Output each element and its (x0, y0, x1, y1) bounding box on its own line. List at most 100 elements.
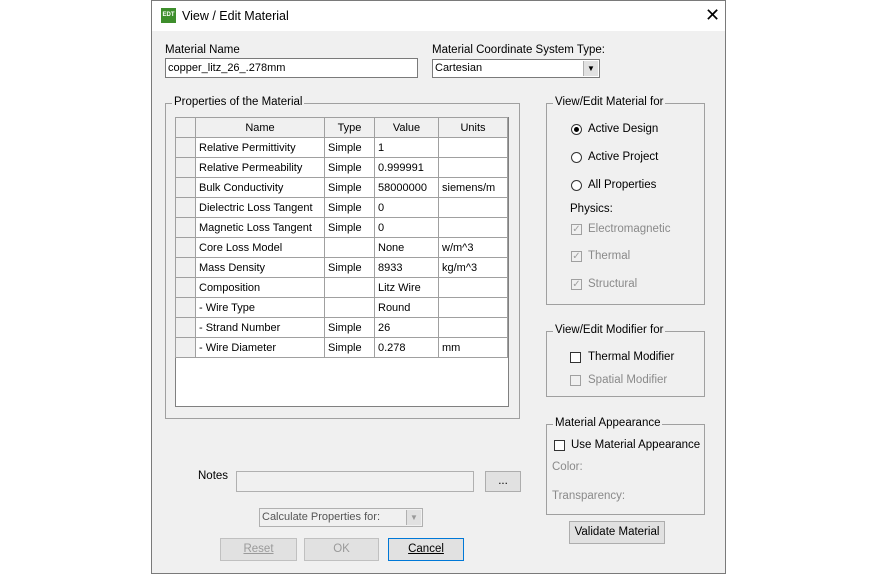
cell-name[interactable]: Dielectric Loss Tangent (195, 197, 325, 218)
active-project-label[interactable]: Active Project (588, 151, 658, 163)
row-header[interactable] (175, 157, 196, 178)
notes-browse-button[interactable]: ... (485, 471, 521, 492)
cell-units[interactable]: w/m^3 (438, 237, 508, 258)
cell-type[interactable] (324, 237, 375, 258)
row-header[interactable] (175, 317, 196, 338)
cell-units[interactable] (438, 197, 508, 218)
material-name-input[interactable]: copper_litz_26_.278mm (165, 58, 418, 78)
reset-button[interactable]: Reset (220, 538, 297, 561)
coord-system-select[interactable]: Cartesian ▼ (432, 59, 600, 78)
table-row[interactable]: Dielectric Loss Tangent Simple 0 (175, 197, 508, 218)
calculate-properties-select[interactable]: Calculate Properties for: ▼ (259, 508, 423, 527)
cell-name[interactable]: - Wire Diameter (195, 337, 325, 358)
cell-value[interactable]: 0 (374, 197, 439, 218)
cell-value[interactable]: Litz Wire (374, 277, 439, 298)
ok-button[interactable]: OK (304, 538, 379, 561)
properties-caption: Properties of the Material (172, 96, 305, 108)
row-header[interactable] (175, 177, 196, 198)
table-row[interactable]: - Wire Type Round (175, 297, 508, 318)
row-header[interactable] (175, 217, 196, 238)
cell-name[interactable]: Core Loss Model (195, 237, 325, 258)
active-design-label[interactable]: Active Design (588, 123, 658, 135)
cell-value[interactable]: 0.999991 (374, 157, 439, 178)
table-row[interactable]: Core Loss Model None w/m^3 (175, 237, 508, 258)
thermal-checkbox: ✓ (571, 251, 582, 262)
table-row[interactable]: Magnetic Loss Tangent Simple 0 (175, 217, 508, 238)
cell-type[interactable] (324, 297, 375, 318)
cell-name[interactable]: - Wire Type (195, 297, 325, 318)
cell-units[interactable]: kg/m^3 (438, 257, 508, 278)
row-header[interactable] (175, 237, 196, 258)
cell-name[interactable]: Composition (195, 277, 325, 298)
electromagnetic-checkbox: ✓ (571, 224, 582, 235)
cell-type[interactable]: Simple (324, 337, 375, 358)
cell-value[interactable]: Round (374, 297, 439, 318)
cell-type[interactable]: Simple (324, 197, 375, 218)
cell-units[interactable] (438, 137, 508, 158)
cell-value[interactable]: 26 (374, 317, 439, 338)
cell-units[interactable] (438, 317, 508, 338)
spatial-modifier-label: Spatial Modifier (588, 374, 668, 386)
cell-type[interactable]: Simple (324, 257, 375, 278)
table-row[interactable]: Mass Density Simple 8933 kg/m^3 (175, 257, 508, 278)
cell-name[interactable]: Bulk Conductivity (195, 177, 325, 198)
cell-name[interactable]: Magnetic Loss Tangent (195, 217, 325, 238)
close-icon[interactable]: ✕ (705, 5, 720, 25)
row-header[interactable] (175, 257, 196, 278)
cell-name[interactable]: - Strand Number (195, 317, 325, 338)
radio-all-properties[interactable] (571, 180, 582, 191)
row-header[interactable] (175, 277, 196, 298)
table-row[interactable]: Bulk Conductivity Simple 58000000 siemens/m (175, 177, 508, 198)
cell-name[interactable]: Mass Density (195, 257, 325, 278)
cell-name[interactable]: Relative Permittivity (195, 137, 325, 158)
table-row[interactable]: Composition Litz Wire (175, 277, 508, 298)
cell-type[interactable]: Simple (324, 137, 375, 158)
cell-type[interactable]: Simple (324, 177, 375, 198)
cancel-button-label: Cancel (408, 543, 444, 555)
cell-units[interactable]: mm (438, 337, 508, 358)
color-label: Color: (552, 461, 583, 473)
table-row[interactable]: - Wire Diameter Simple 0.278 mm (175, 337, 508, 358)
row-header[interactable] (175, 197, 196, 218)
cell-value[interactable]: 1 (374, 137, 439, 158)
cell-name[interactable]: Relative Permeability (195, 157, 325, 178)
cell-value[interactable]: 58000000 (374, 177, 439, 198)
cell-units[interactable] (438, 277, 508, 298)
cell-value[interactable]: None (374, 237, 439, 258)
table-row[interactable]: Relative Permittivity Simple 1 (175, 137, 508, 158)
table-row[interactable]: Relative Permeability Simple 0.999991 (175, 157, 508, 178)
thermal-label: Thermal (588, 250, 631, 262)
column-header-name[interactable]: Name (195, 117, 325, 138)
reset-button-label: Reset (243, 543, 274, 555)
cell-type[interactable] (324, 277, 375, 298)
cell-value[interactable]: 0 (374, 217, 439, 238)
column-header-type[interactable]: Type (324, 117, 375, 138)
use-appearance-checkbox[interactable] (554, 440, 565, 451)
thermal-modifier-checkbox[interactable] (570, 352, 581, 363)
notes-field[interactable] (236, 471, 474, 492)
row-header[interactable] (175, 337, 196, 358)
radio-active-design[interactable] (571, 124, 582, 135)
thermal-modifier-label[interactable]: Thermal Modifier (588, 351, 674, 363)
cell-units[interactable] (438, 297, 508, 318)
radio-active-project[interactable] (571, 152, 582, 163)
row-header[interactable] (175, 297, 196, 318)
validate-material-button[interactable]: Validate Material (569, 521, 665, 544)
cancel-button[interactable]: Cancel (388, 538, 464, 561)
column-header-units[interactable]: Units (438, 117, 508, 138)
table-row[interactable]: - Strand Number Simple 26 (175, 317, 508, 338)
cell-type[interactable]: Simple (324, 157, 375, 178)
cell-units[interactable]: siemens/m (438, 177, 508, 198)
cell-value[interactable]: 8933 (374, 257, 439, 278)
cell-type[interactable]: Simple (324, 317, 375, 338)
cell-type[interactable]: Simple (324, 217, 375, 238)
cell-value[interactable]: 0.278 (374, 337, 439, 358)
row-header[interactable] (175, 137, 196, 158)
cell-units[interactable] (438, 157, 508, 178)
all-properties-label[interactable]: All Properties (588, 179, 656, 191)
window-title: View / Edit Material (182, 9, 289, 23)
use-appearance-label[interactable]: Use Material Appearance (571, 439, 700, 451)
column-header-value[interactable]: Value (374, 117, 439, 138)
app-icon: EDT (161, 8, 176, 23)
cell-units[interactable] (438, 217, 508, 238)
